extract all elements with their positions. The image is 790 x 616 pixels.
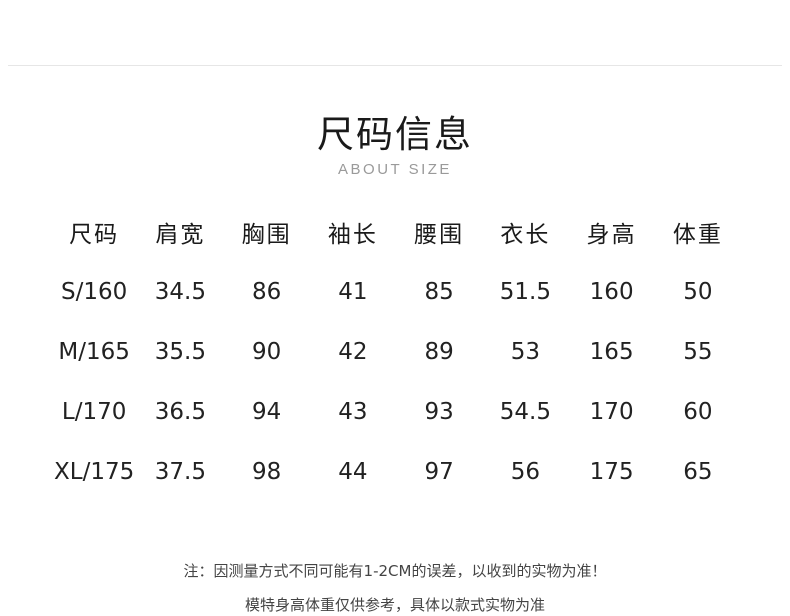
table-cell: 60 (683, 399, 713, 425)
measurement-note: 注：因测量方式不同可能有1-2CM的误差，以收到的实物为准！ (183, 562, 607, 580)
table-row: XL/175 37.5 98 44 97 56 175 65 (51, 442, 741, 502)
table-cell: 90 (251, 339, 282, 365)
header-chest: 胸围 (241, 222, 292, 248)
table-cell: 56 (510, 459, 541, 485)
table-cell: M/165 (58, 339, 130, 365)
table-cell: 165 (589, 339, 634, 365)
table-header-row: 尺码 肩宽 胸围 袖长 腰围 衣长 身高 体重 (51, 202, 741, 262)
header-size: 尺码 (69, 222, 120, 248)
table-cell: 43 (338, 399, 368, 425)
table-row: L/170 36.5 94 43 93 54.5 170 60 (51, 382, 741, 442)
table-cell: 89 (424, 339, 454, 365)
table-cell: 94 (251, 399, 282, 425)
table-cell: 54.5 (499, 399, 551, 425)
table-cell: 36.5 (154, 399, 206, 425)
table-cell: L/170 (61, 399, 127, 425)
table-cell: 97 (424, 459, 454, 485)
table-cell: 170 (589, 399, 634, 425)
table-cell: 41 (338, 279, 368, 305)
size-table: 尺码 肩宽 胸围 袖长 腰围 衣长 身高 体重 S/160 34.5 86 41… (51, 202, 741, 502)
table-cell: 175 (589, 459, 634, 485)
table-row: S/160 34.5 86 41 85 51.5 160 50 (51, 262, 741, 322)
table-row: M/165 35.5 90 42 89 53 165 55 (51, 322, 741, 382)
table-cell: 50 (683, 279, 713, 305)
table-cell: 160 (589, 279, 634, 305)
table-cell: S/160 (61, 279, 128, 305)
header-sleeve: 袖长 (327, 222, 378, 248)
header-weight: 体重 (672, 222, 723, 248)
table-cell: XL/175 (54, 459, 135, 485)
table-cell: 44 (338, 459, 368, 485)
table-cell: 34.5 (154, 279, 206, 305)
table-cell: 53 (510, 339, 541, 365)
header-shoulder: 肩宽 (155, 222, 206, 248)
table-cell: 42 (338, 339, 368, 365)
table-cell: 85 (424, 279, 454, 305)
table-cell: 86 (251, 279, 282, 305)
table-cell: 37.5 (154, 459, 206, 485)
table-cell: 35.5 (154, 339, 206, 365)
page-title: 尺码信息 (317, 113, 473, 156)
table-cell: 51.5 (499, 279, 551, 305)
top-divider (8, 65, 782, 66)
table-cell: 98 (251, 459, 282, 485)
table-cell: 65 (683, 459, 713, 485)
table-cell: 93 (424, 399, 454, 425)
header-height: 身高 (586, 222, 637, 248)
model-note: 模特身高体重仅供参考，具体以款式实物为准 (244, 596, 545, 614)
header-length: 衣长 (500, 222, 551, 248)
page-subtitle: ABOUT SIZE (338, 161, 452, 178)
table-cell: 55 (683, 339, 713, 365)
header-waist: 腰围 (414, 222, 465, 248)
